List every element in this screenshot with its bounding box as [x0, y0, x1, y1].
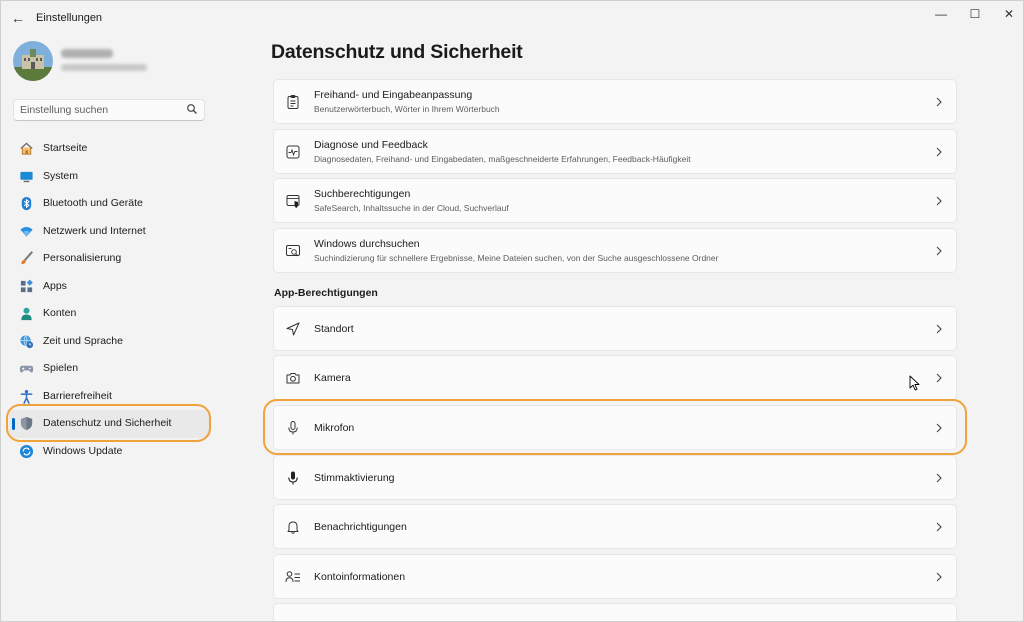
- sidebar-item-label: Barrierefreiheit: [43, 389, 112, 402]
- settings-window: ← Einstellungen — ☐ ✕ Einstellung suchen…: [0, 0, 1024, 622]
- card-kontoinformationen[interactable]: Kontoinformationen: [273, 554, 957, 599]
- card-title: Freihand- und Eingabeanpassung: [314, 89, 473, 101]
- sidebar-item-label: Zeit und Sprache: [43, 334, 123, 347]
- sidebar-item-system[interactable]: System: [9, 163, 211, 191]
- sidebar-item-label: Netzwerk und Internet: [43, 224, 146, 237]
- window-search-icon: [286, 245, 300, 257]
- globe-clock-icon: [20, 334, 34, 348]
- card-subtitle: Diagnosedaten, Freihand- und Eingabedate…: [314, 154, 691, 164]
- card-freihand-eingabe[interactable]: Freihand- und Eingabeanpassung Benutzerw…: [273, 79, 957, 124]
- chevron-right-icon: [936, 324, 942, 334]
- highlight-card-mikrofon: [263, 399, 967, 455]
- card-subtitle: SafeSearch, Inhaltssuche in der Cloud, S…: [314, 203, 509, 213]
- bell-icon: [287, 521, 299, 534]
- location-arrow-icon: [286, 322, 300, 336]
- accessibility-icon: [20, 389, 33, 404]
- section-header-app-berechtigungen: App-Berechtigungen: [274, 287, 378, 299]
- diagnostic-pulse-icon: [286, 145, 300, 159]
- person-icon: [21, 307, 32, 321]
- highlight-sidebar-datenschutz: [6, 404, 211, 442]
- card-title: Stimmaktivierung: [314, 472, 395, 484]
- voice-microphone-icon: [288, 471, 298, 485]
- chevron-right-icon: [936, 473, 942, 483]
- minimize-button[interactable]: —: [927, 5, 955, 23]
- sidebar-item-label: Spielen: [43, 362, 79, 374]
- card-title: Kamera: [314, 372, 351, 384]
- sidebar-item-konten[interactable]: Konten: [9, 300, 211, 328]
- card-title: Diagnose und Feedback: [314, 139, 428, 151]
- settings-search[interactable]: [13, 99, 205, 121]
- card-title: Benachrichtigungen: [314, 521, 407, 533]
- sidebar-item-label: Apps: [43, 279, 67, 292]
- card-diagnose-feedback[interactable]: Diagnose und Feedback Diagnosedaten, Fre…: [273, 129, 957, 174]
- account-info-icon: [285, 571, 300, 583]
- search-icon[interactable]: [186, 103, 198, 115]
- chevron-right-icon: [936, 196, 942, 206]
- apps-icon: [20, 279, 33, 292]
- close-button[interactable]: ✕: [995, 5, 1023, 23]
- update-icon: [19, 444, 34, 458]
- sidebar-item-netzwerk[interactable]: Netzwerk und Internet: [9, 218, 211, 246]
- app-title: Einstellungen: [36, 12, 103, 24]
- chevron-right-icon: [936, 147, 942, 157]
- wifi-icon: [20, 226, 33, 237]
- sidebar-item-label: Bluetooth und Geräte: [43, 197, 143, 209]
- mouse-cursor-icon: [909, 375, 920, 391]
- card-subtitle: Suchindizierung für schnellere Ergebniss…: [314, 253, 719, 263]
- sidebar-item-label: Personalisierung: [43, 252, 122, 264]
- sidebar-item-apps[interactable]: Apps: [9, 273, 211, 301]
- camera-icon: [286, 373, 300, 384]
- sidebar-item-label: Startseite: [43, 142, 88, 154]
- search-input[interactable]: [20, 102, 180, 118]
- card-title: Windows durchsuchen: [314, 238, 420, 250]
- card-title: Kontoinformationen: [314, 571, 406, 583]
- sidebar-item-personalisierung[interactable]: Personalisierung: [9, 245, 211, 273]
- sidebar-item-bluetooth[interactable]: Bluetooth und Geräte: [9, 190, 211, 218]
- avatar[interactable]: [13, 41, 53, 81]
- card-partial-next[interactable]: [273, 603, 957, 621]
- chevron-right-icon: [936, 572, 942, 582]
- sidebar-item-zeit-sprache[interactable]: Zeit und Sprache: [9, 328, 211, 356]
- title-bar: ← Einstellungen — ☐ ✕: [1, 1, 1023, 35]
- bluetooth-icon: [21, 196, 32, 211]
- card-standort[interactable]: Standort: [273, 306, 957, 351]
- maximize-button[interactable]: ☐: [961, 5, 989, 23]
- card-subtitle: Benutzerwörterbuch, Wörter in Ihrem Wört…: [314, 104, 500, 114]
- page-title: Datenschutz und Sicherheit: [271, 41, 523, 63]
- card-title: Standort: [314, 323, 354, 335]
- home-icon: [20, 142, 33, 155]
- chevron-right-icon: [936, 522, 942, 532]
- card-stimmaktivierung[interactable]: Stimmaktivierung: [273, 455, 957, 500]
- clipboard-list-icon: [287, 95, 299, 109]
- sidebar-item-label: Windows Update: [43, 444, 123, 457]
- monitor-icon: [20, 171, 33, 182]
- back-arrow-icon: ←: [11, 10, 25, 26]
- card-windows-durchsuchen[interactable]: Windows durchsuchen Suchindizierung für …: [273, 228, 957, 273]
- sidebar-item-label: System: [43, 169, 79, 182]
- card-kamera[interactable]: Kamera: [273, 355, 957, 400]
- card-title: Suchberechtigungen: [314, 188, 411, 200]
- card-benachrichtigungen[interactable]: Benachrichtigungen: [273, 504, 957, 549]
- search-shield-icon: [286, 195, 300, 208]
- back-button[interactable]: ←: [9, 9, 27, 27]
- chevron-right-icon: [936, 373, 942, 383]
- profile-email-blurred: [61, 64, 147, 71]
- brush-icon: [21, 251, 33, 265]
- sidebar-item-spielen[interactable]: Spielen: [9, 355, 211, 383]
- sidebar-item-label: Konten: [43, 307, 77, 319]
- profile-name-blurred: [61, 49, 113, 58]
- gamepad-icon: [19, 365, 34, 373]
- card-suchberechtigungen[interactable]: Suchberechtigungen SafeSearch, Inhaltssu…: [273, 178, 957, 223]
- chevron-right-icon: [936, 246, 942, 256]
- chevron-right-icon: [936, 97, 942, 107]
- sidebar-item-startseite[interactable]: Startseite: [9, 135, 211, 163]
